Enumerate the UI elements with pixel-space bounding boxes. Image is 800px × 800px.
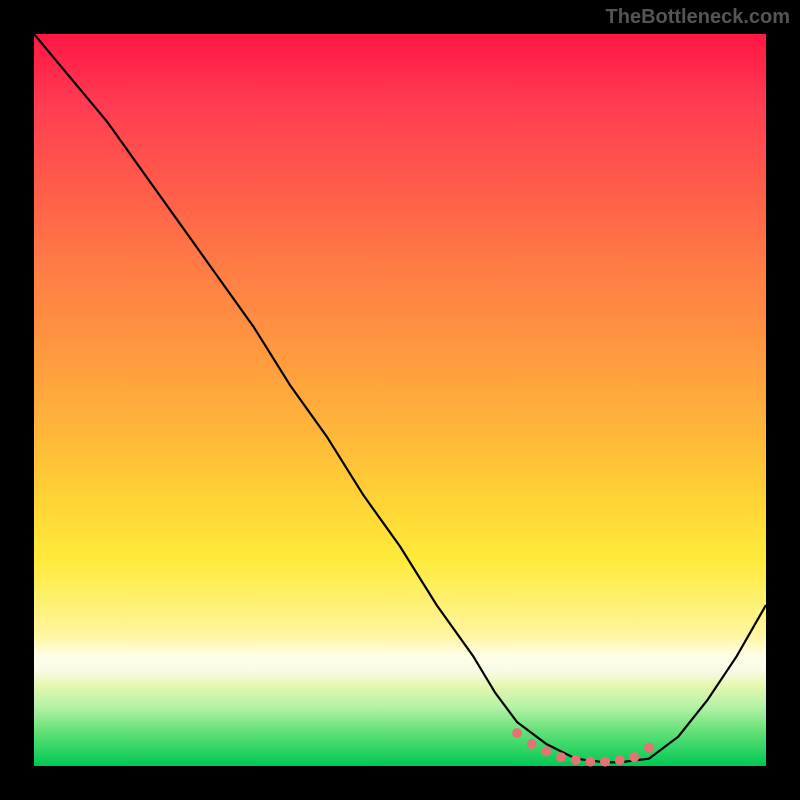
highlight-dot	[644, 743, 654, 753]
highlight-dot	[527, 739, 537, 749]
highlight-dot	[600, 757, 610, 767]
highlight-dot	[512, 728, 522, 738]
highlight-dot	[615, 755, 625, 765]
highlight-dot	[541, 746, 551, 756]
canvas: TheBottleneck.com	[0, 0, 800, 800]
watermark-text: TheBottleneck.com	[606, 6, 790, 29]
curve-line	[34, 34, 766, 762]
highlight-dot	[585, 757, 595, 767]
highlight-dot	[571, 755, 581, 765]
highlight-dot	[629, 752, 639, 762]
chart-overlay	[0, 0, 800, 800]
highlight-dot	[556, 752, 566, 762]
